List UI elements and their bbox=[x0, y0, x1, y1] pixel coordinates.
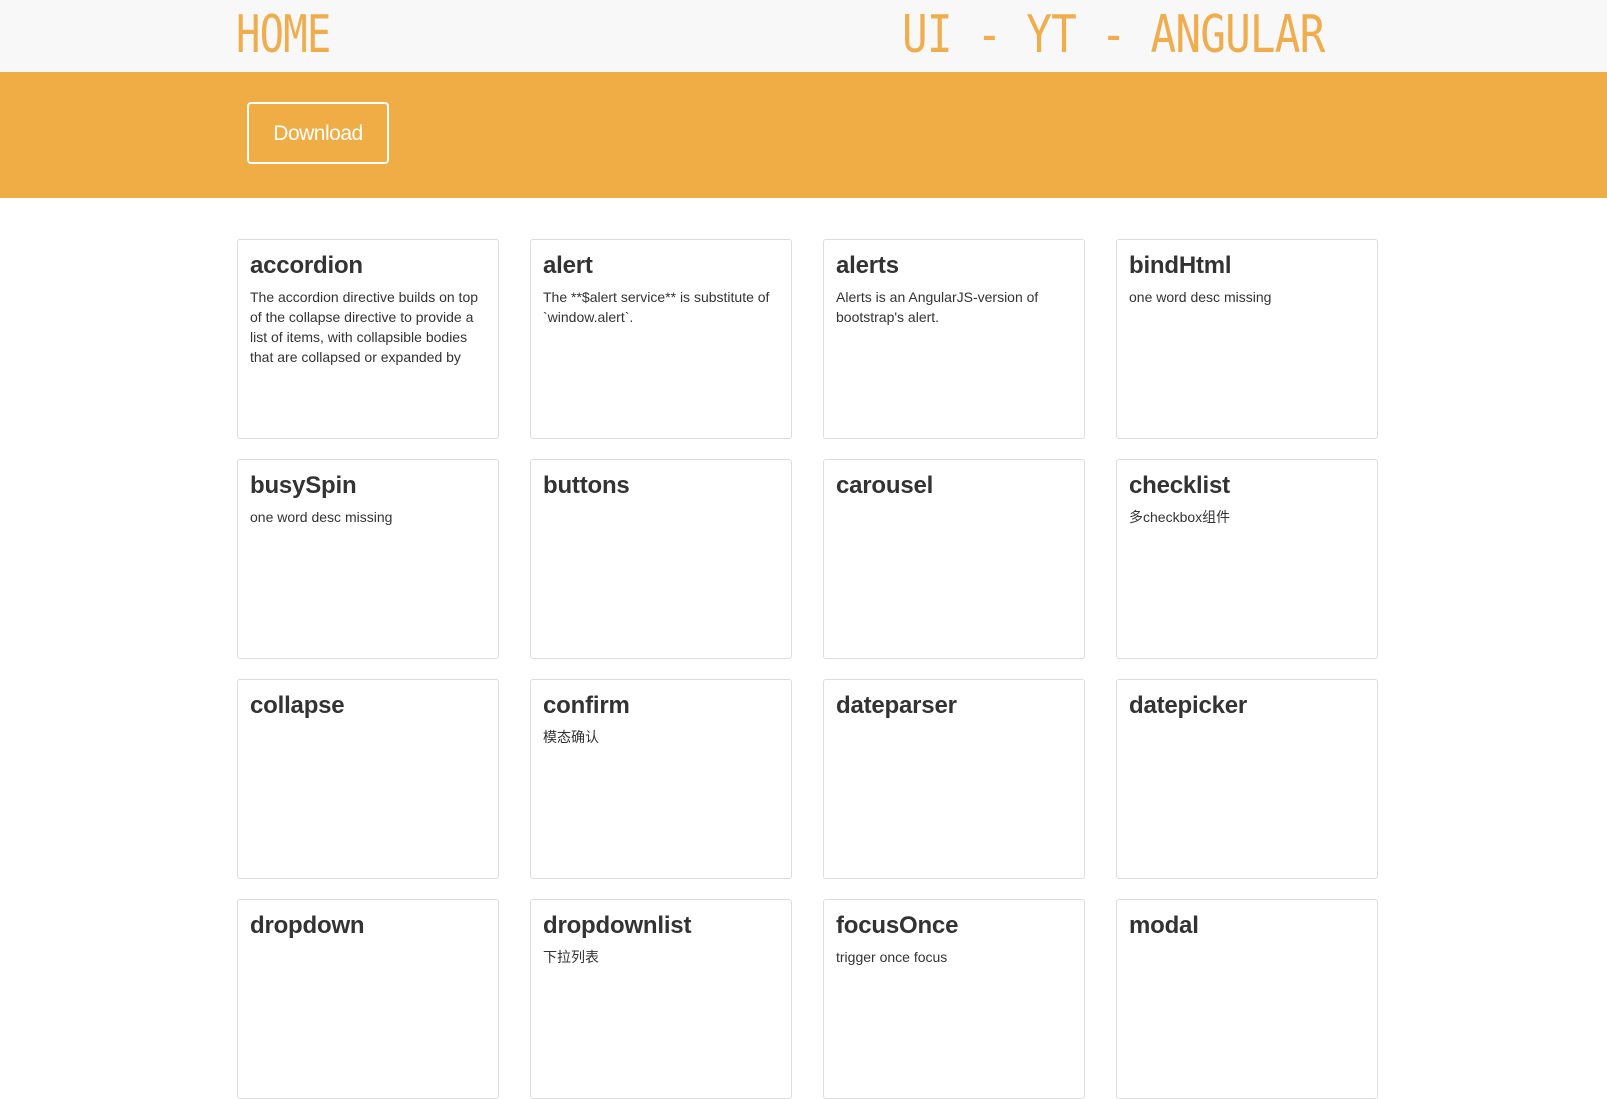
component-name: collapse bbox=[250, 692, 345, 719]
component-description: 多checkbox组件 bbox=[1129, 509, 1231, 525]
component-name: dateparser bbox=[836, 692, 957, 719]
component-card-modal[interactable]: modal bbox=[1116, 899, 1378, 1099]
component-name: focusOnce bbox=[836, 912, 959, 939]
component-name: dropdownlist bbox=[543, 912, 692, 939]
component-description: Alerts is an AngularJS-version of bootst… bbox=[836, 289, 1039, 325]
component-card-dateparser[interactable]: dateparser bbox=[823, 679, 1085, 879]
component-card-bindhtml[interactable]: bindHtml one word desc missing bbox=[1116, 239, 1378, 439]
component-description: trigger once focus bbox=[836, 949, 948, 965]
component-description: one word desc missing bbox=[250, 509, 393, 525]
component-card-busyspin[interactable]: busySpin one word desc missing bbox=[237, 459, 499, 659]
component-card-alerts[interactable]: alerts Alerts is an AngularJS-version of… bbox=[823, 239, 1085, 439]
component-card-carousel[interactable]: carousel bbox=[823, 459, 1085, 659]
component-card-alert[interactable]: alert The **$alert service** is substitu… bbox=[530, 239, 792, 439]
component-name: alerts bbox=[836, 252, 899, 279]
component-name: alert bbox=[543, 252, 593, 279]
component-name: datepicker bbox=[1129, 692, 1248, 719]
component-name: confirm bbox=[543, 692, 630, 719]
component-name: checklist bbox=[1129, 472, 1230, 499]
component-name: bindHtml bbox=[1129, 252, 1232, 279]
component-description: The accordion directive builds on top of… bbox=[250, 289, 479, 365]
component-card-datepicker[interactable]: datepicker bbox=[1116, 679, 1378, 879]
site-title-link[interactable]: UI - YT - ANGULAR bbox=[902, 6, 1325, 64]
component-card-focusonce[interactable]: focusOnce trigger once focus bbox=[823, 899, 1085, 1099]
component-name: carousel bbox=[836, 472, 934, 499]
component-name: buttons bbox=[543, 472, 630, 499]
component-grid: accordion The accordion directive builds… bbox=[237, 239, 1378, 1099]
component-card-dropdown[interactable]: dropdown bbox=[237, 899, 499, 1099]
component-description: one word desc missing bbox=[1129, 289, 1272, 305]
component-description: 模态确认 bbox=[543, 729, 599, 745]
top-navbar: HOME UI - YT - ANGULAR bbox=[0, 0, 1607, 73]
component-name: modal bbox=[1129, 912, 1199, 939]
component-card-buttons[interactable]: buttons bbox=[530, 459, 792, 659]
component-card-dropdownlist[interactable]: dropdownlist 下拉列表 bbox=[530, 899, 792, 1099]
component-card-collapse[interactable]: collapse bbox=[237, 679, 499, 879]
component-description: The **$alert service** is substitute of … bbox=[543, 289, 770, 325]
component-name: busySpin bbox=[250, 472, 357, 499]
component-card-accordion[interactable]: accordion The accordion directive builds… bbox=[237, 239, 499, 439]
component-name: dropdown bbox=[250, 912, 365, 939]
download-button[interactable]: Download bbox=[247, 102, 389, 164]
component-description: 下拉列表 bbox=[543, 949, 599, 965]
component-card-checklist[interactable]: checklist 多checkbox组件 bbox=[1116, 459, 1378, 659]
home-link[interactable]: HOME bbox=[236, 6, 331, 64]
hero-banner: Download bbox=[0, 72, 1607, 198]
component-card-confirm[interactable]: confirm 模态确认 bbox=[530, 679, 792, 879]
component-name: accordion bbox=[250, 252, 363, 279]
